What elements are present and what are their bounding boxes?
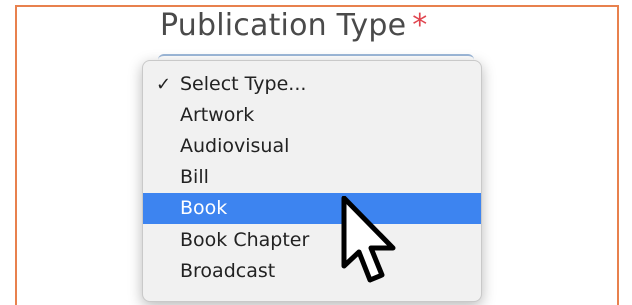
option-artwork[interactable]: Artwork — [143, 100, 481, 131]
option-label: Broadcast — [180, 260, 276, 282]
option-label: Book Chapter — [180, 229, 310, 251]
option-select-type[interactable]: ✓ Select Type... — [143, 69, 481, 100]
mouse-pointer-icon — [341, 196, 396, 283]
publication-type-label: Publication Type * — [160, 8, 427, 43]
field-label-text: Publication Type — [160, 8, 407, 43]
option-bill[interactable]: Bill — [143, 162, 481, 193]
option-book-chapter[interactable]: Book Chapter — [143, 225, 481, 256]
option-label: Select Type... — [180, 73, 307, 95]
option-book[interactable]: Book — [143, 193, 481, 224]
option-label: Book — [180, 197, 228, 219]
checkmark-icon: ✓ — [156, 74, 172, 95]
option-label: Bill — [180, 166, 209, 188]
option-audiovisual[interactable]: Audiovisual — [143, 131, 481, 162]
option-label: Audiovisual — [180, 135, 290, 157]
publication-type-dropdown-menu[interactable]: ✓ Select Type... Artwork Audiovisual Bill… — [142, 60, 482, 302]
option-broadcast[interactable]: Broadcast — [143, 256, 481, 287]
required-asterisk: * — [412, 8, 428, 43]
option-label: Artwork — [180, 104, 255, 126]
